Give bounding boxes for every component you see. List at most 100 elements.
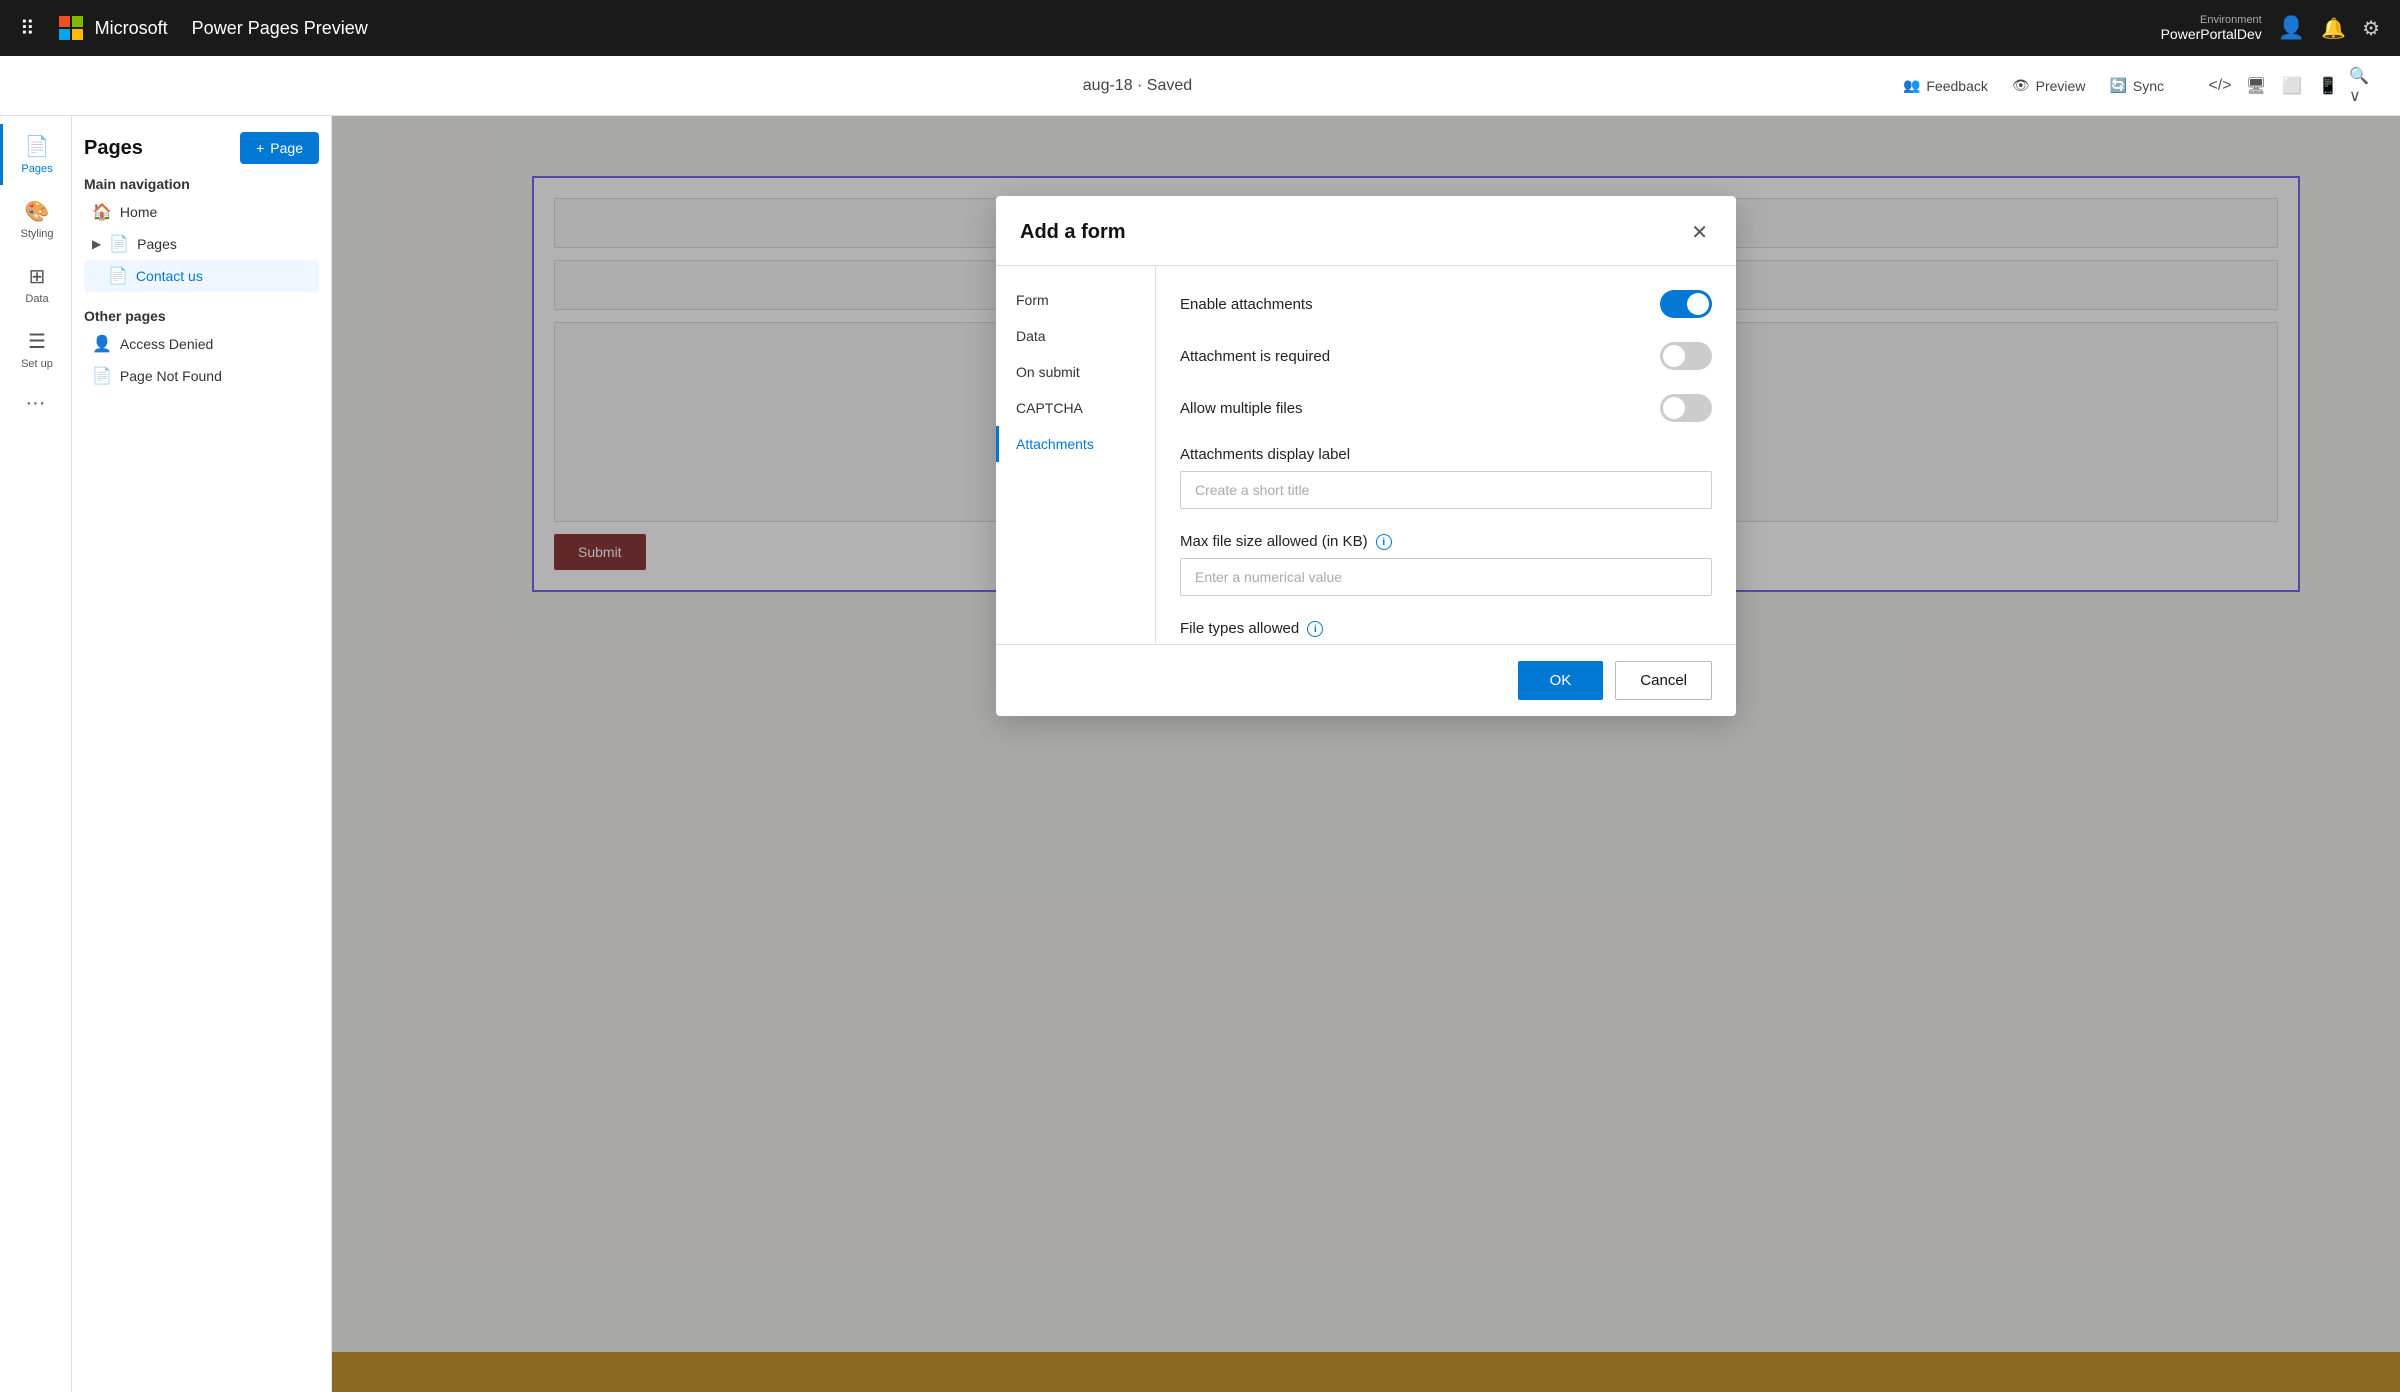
sidebar: 📄 Pages 🎨 Styling ⊞ Data ☰ Set up ··· <box>0 116 72 1392</box>
add-icon: + <box>256 140 264 156</box>
environment-info: Environment PowerPortalDev <box>2161 14 2262 42</box>
person-icon[interactable]: 👤 <box>2278 15 2305 41</box>
grid-icon[interactable]: ⠿ <box>20 16 35 41</box>
file-types-group: File types allowed i <box>1180 620 1712 637</box>
display-label-group: Attachments display label <box>1180 446 1712 509</box>
sidebar-setup-label: Set up <box>21 358 53 370</box>
nav-access-denied[interactable]: 👤 Access Denied <box>84 328 319 360</box>
sidebar-styling-label: Styling <box>20 228 53 240</box>
max-file-group: Max file size allowed (in KB) i <box>1180 533 1712 596</box>
max-file-input[interactable] <box>1180 558 1712 596</box>
enable-attachments-label: Enable attachments <box>1180 296 1313 313</box>
feedback-button[interactable]: 👥 Feedback <box>1903 77 1988 94</box>
env-name: PowerPortalDev <box>2161 26 2262 42</box>
enable-attachments-row: Enable attachments <box>1180 290 1712 318</box>
pages-panel: Pages + Page Main navigation 🏠 Home ▶ 📄 … <box>72 116 332 1392</box>
content-area: Submit + Add a form ✕ Form Data On submi… <box>332 116 2400 1392</box>
app-name: Power Pages Preview <box>192 18 368 39</box>
nav-access-denied-label: Access Denied <box>120 336 213 352</box>
feedback-label: Feedback <box>1926 78 1987 94</box>
save-status: aug-18 · Saved <box>1083 77 1192 94</box>
modal-nav-captcha[interactable]: CAPTCHA <box>996 390 1155 426</box>
allow-multiple-toggle[interactable] <box>1660 394 1712 422</box>
max-file-heading: Max file size allowed (in KB) i <box>1180 533 1712 550</box>
settings-icon[interactable]: ⚙ <box>2362 16 2380 41</box>
attachment-required-slider <box>1660 342 1712 370</box>
data-icon: ⊞ <box>29 264 46 289</box>
bell-icon[interactable]: 🔔 <box>2321 16 2346 41</box>
pages-icon: 📄 <box>25 134 50 159</box>
add-page-button[interactable]: + Page <box>240 132 319 164</box>
nav-contact-label: Contact us <box>136 268 203 284</box>
sidebar-item-pages[interactable]: 📄 Pages <box>0 124 71 185</box>
sidebar-pages-label: Pages <box>21 163 52 175</box>
nav-contact-us[interactable]: 📄 Contact us <box>84 260 319 292</box>
modal-nav-form[interactable]: Form <box>996 282 1155 318</box>
attachment-required-row: Attachment is required <box>1180 342 1712 370</box>
allow-multiple-row: Allow multiple files <box>1180 394 1712 422</box>
main-layout: 📄 Pages 🎨 Styling ⊞ Data ☰ Set up ··· Pa… <box>0 116 2400 1392</box>
ok-button[interactable]: OK <box>1518 661 1604 700</box>
sidebar-item-data[interactable]: ⊞ Data <box>0 254 71 315</box>
file-types-heading: File types allowed i <box>1180 620 1712 637</box>
sidebar-item-setup[interactable]: ☰ Set up <box>0 319 71 380</box>
modal-title: Add a form <box>1020 221 1126 244</box>
modal-nav-data[interactable]: Data <box>996 318 1155 354</box>
sidebar-item-styling[interactable]: 🎨 Styling <box>0 189 71 250</box>
sync-icon: 🔄 <box>2109 77 2126 94</box>
zoom-icon[interactable]: 🔍 ∨ <box>2348 70 2380 102</box>
nav-home[interactable]: 🏠 Home <box>84 196 319 228</box>
access-denied-icon: 👤 <box>92 334 112 354</box>
enable-attachments-slider <box>1660 290 1712 318</box>
contact-icon: 📄 <box>108 266 128 286</box>
microsoft-logo: Microsoft <box>59 16 168 40</box>
styling-icon: 🎨 <box>25 199 50 224</box>
home-icon: 🏠 <box>92 202 112 222</box>
page-not-found-icon: 📄 <box>92 366 112 386</box>
modal-nav: Form Data On submit CAPTCHA Attachments <box>996 266 1156 644</box>
feedback-icon: 👥 <box>1903 77 1920 94</box>
modal-overlay: Add a form ✕ Form Data On submit CAPTCHA… <box>332 116 2400 1392</box>
code-view-icon[interactable]: </> <box>2204 70 2236 102</box>
sidebar-data-label: Data <box>25 293 48 305</box>
preview-button[interactable]: 👁 Preview <box>2012 77 2086 94</box>
attachment-required-label: Attachment is required <box>1180 348 1330 365</box>
cancel-button[interactable]: Cancel <box>1615 661 1712 700</box>
nav-pages[interactable]: ▶ 📄 Pages <box>84 228 319 260</box>
desktop-view-icon[interactable]: 🖥 <box>2240 70 2272 102</box>
modal-nav-attachments[interactable]: Attachments <box>996 426 1155 462</box>
modal-body: Form Data On submit CAPTCHA Attachments … <box>996 266 1736 644</box>
attachment-required-toggle[interactable] <box>1660 342 1712 370</box>
main-nav-label: Main navigation <box>84 176 319 192</box>
modal-nav-onsubmit[interactable]: On submit <box>996 354 1155 390</box>
mobile-view-icon[interactable]: 📱 <box>2312 70 2344 102</box>
sidebar-more-icon[interactable]: ··· <box>26 392 46 415</box>
allow-multiple-slider <box>1660 394 1712 422</box>
modal-add-form: Add a form ✕ Form Data On submit CAPTCHA… <box>996 196 1736 716</box>
modal-close-button[interactable]: ✕ <box>1687 216 1712 249</box>
preview-label: Preview <box>2036 78 2086 94</box>
preview-icon: 👁 <box>2012 77 2030 94</box>
nav-page-not-found[interactable]: 📄 Page Not Found <box>84 360 319 392</box>
display-label-input[interactable] <box>1180 471 1712 509</box>
file-types-info-icon[interactable]: i <box>1307 621 1323 637</box>
max-file-info-icon[interactable]: i <box>1376 534 1392 550</box>
pages-nav-icon: 📄 <box>109 234 129 254</box>
expand-icon: ▶ <box>92 237 101 251</box>
nav-pages-label: Pages <box>137 236 177 252</box>
allow-multiple-label: Allow multiple files <box>1180 400 1303 417</box>
sync-button[interactable]: 🔄 Sync <box>2109 77 2164 94</box>
microsoft-label: Microsoft <box>95 18 168 39</box>
secondbar-actions: 👥 Feedback 👁 Preview 🔄 Sync </> 🖥 ⬜ 📱 🔍 … <box>1903 70 2380 102</box>
modal-footer: OK Cancel <box>996 644 1736 716</box>
modal-header: Add a form ✕ <box>996 196 1736 266</box>
secondbar: aug-18 · Saved 👥 Feedback 👁 Preview 🔄 Sy… <box>0 56 2400 116</box>
tablet-view-icon[interactable]: ⬜ <box>2276 70 2308 102</box>
sync-label: Sync <box>2133 78 2164 94</box>
add-page-label: Page <box>270 140 303 156</box>
setup-icon: ☰ <box>28 329 46 354</box>
modal-content: Enable attachments Attachment is require… <box>1156 266 1736 644</box>
enable-attachments-toggle[interactable] <box>1660 290 1712 318</box>
display-label-heading: Attachments display label <box>1180 446 1712 463</box>
pages-panel-title: Pages <box>84 137 143 160</box>
